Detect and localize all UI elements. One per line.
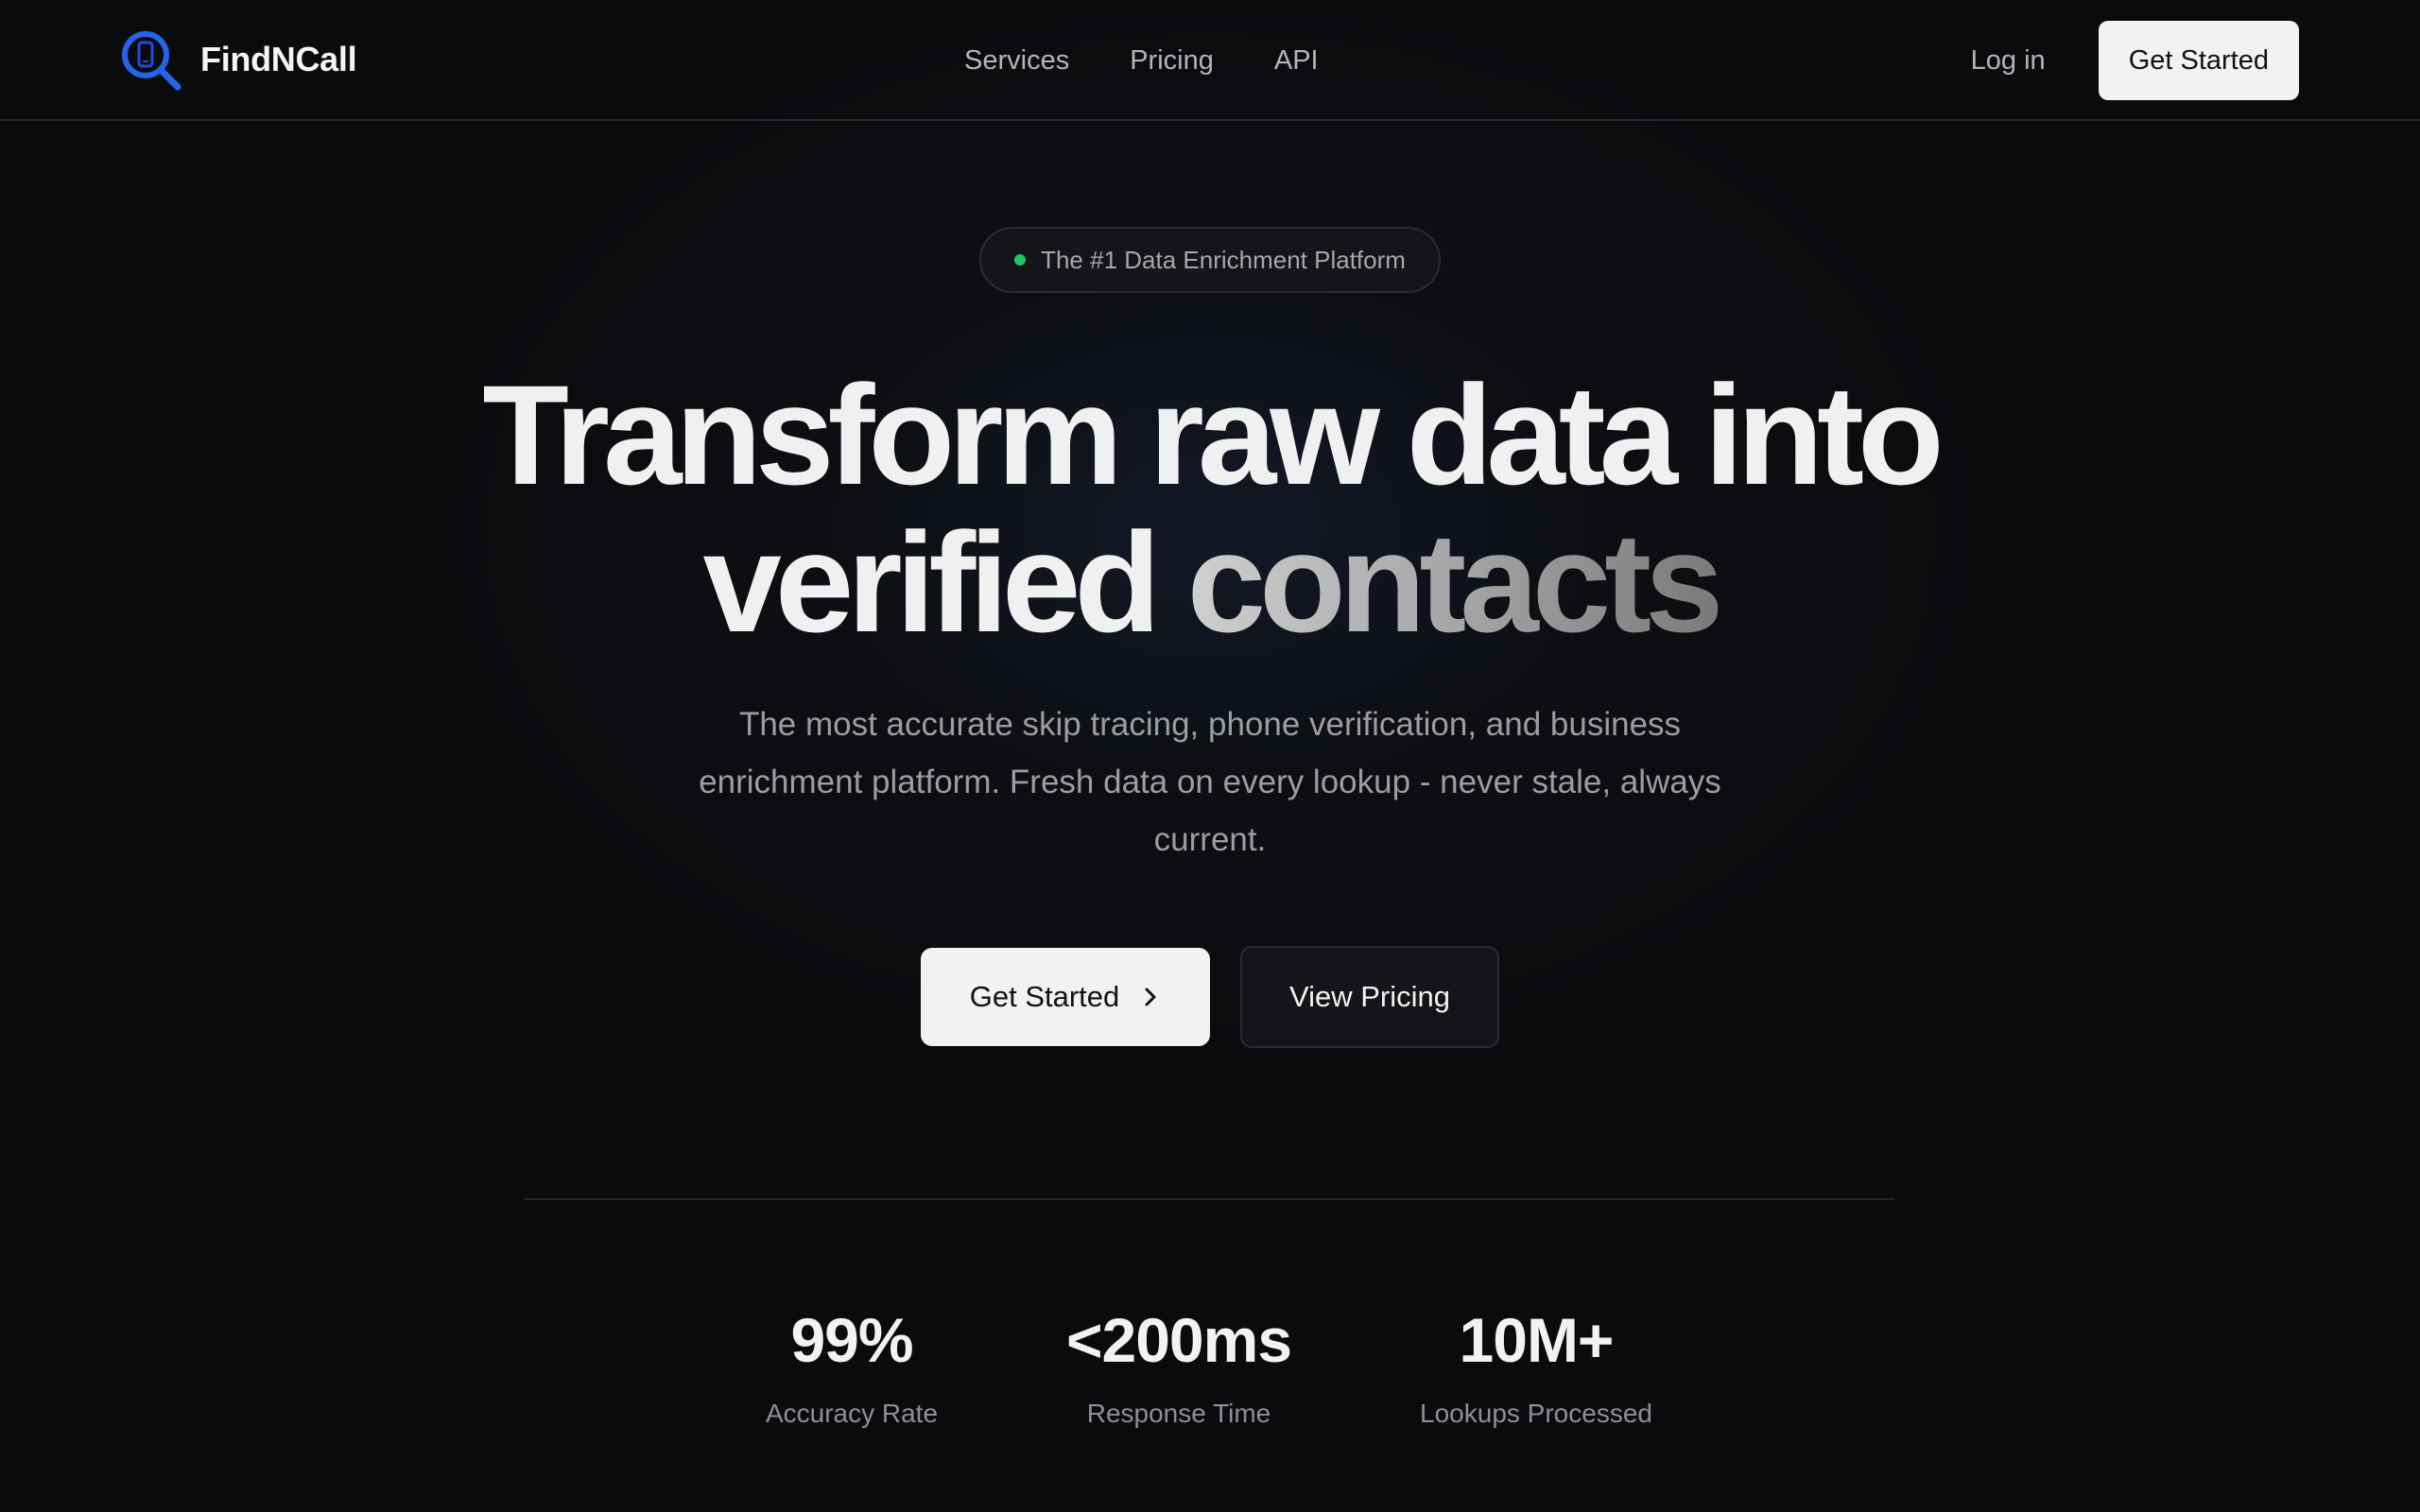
hero-badge: The #1 Data Enrichment Platform xyxy=(979,227,1441,293)
stats-row: 99% Accuracy Rate <200ms Response Time 1… xyxy=(0,1302,2420,1453)
landing-page: FindNCall Services Pricing API Log in Ge… xyxy=(0,0,2420,1512)
login-link[interactable]: Log in xyxy=(1971,45,2046,77)
stat-label: Response Time xyxy=(1086,1399,1271,1428)
stat-label: Lookups Processed xyxy=(1420,1399,1652,1428)
nav-item-api[interactable]: API xyxy=(1274,45,1319,77)
brand[interactable]: FindNCall xyxy=(119,28,357,91)
view-pricing-button[interactable]: View Pricing xyxy=(1240,946,1499,1048)
headline-word-contacts: contacts xyxy=(1186,503,1724,662)
search-phone-icon xyxy=(122,31,182,91)
header-get-started-button[interactable]: Get Started xyxy=(2098,21,2299,100)
hero-get-started-label: Get Started xyxy=(969,980,1120,1013)
hero-headline: Transform raw data into verified contact… xyxy=(0,361,2420,656)
headline-line-1: Transform raw data into xyxy=(482,355,1944,514)
nav-item-pricing[interactable]: Pricing xyxy=(1130,45,1214,77)
stat-label: Accuracy Rate xyxy=(765,1399,939,1428)
headline-line-2: verified contacts xyxy=(0,508,2420,656)
section-divider xyxy=(524,1198,1894,1200)
brand-name: FindNCall xyxy=(200,40,357,78)
header-actions: Log in Get Started xyxy=(1971,21,2299,100)
headline-word-verified: verified xyxy=(702,503,1187,662)
stat-value: 99% xyxy=(790,1305,913,1375)
hero-get-started-button[interactable]: Get Started xyxy=(921,948,1210,1046)
site-header: FindNCall Services Pricing API Log in Ge… xyxy=(0,0,2420,121)
stat-value: 10M+ xyxy=(1459,1305,1615,1375)
hero-subcopy: The most accurate skip tracing, phone ve… xyxy=(699,706,1721,858)
stat-response-time: <200ms Response Time xyxy=(1009,1302,1349,1429)
badge-text: The #1 Data Enrichment Platform xyxy=(1041,245,1406,274)
stat-accuracy: 99% Accuracy Rate xyxy=(682,1302,1022,1429)
stat-value: <200ms xyxy=(1065,1305,1292,1375)
main-nav: Services Pricing API xyxy=(964,36,1319,85)
stat-lookups: 10M+ Lookups Processed xyxy=(1366,1302,1706,1429)
hero-cta-row: Get Started View Pricing xyxy=(0,946,2420,1048)
chevron-right-icon xyxy=(1145,988,1156,1006)
status-dot-icon xyxy=(1014,254,1027,266)
nav-item-services[interactable]: Services xyxy=(964,45,1069,77)
